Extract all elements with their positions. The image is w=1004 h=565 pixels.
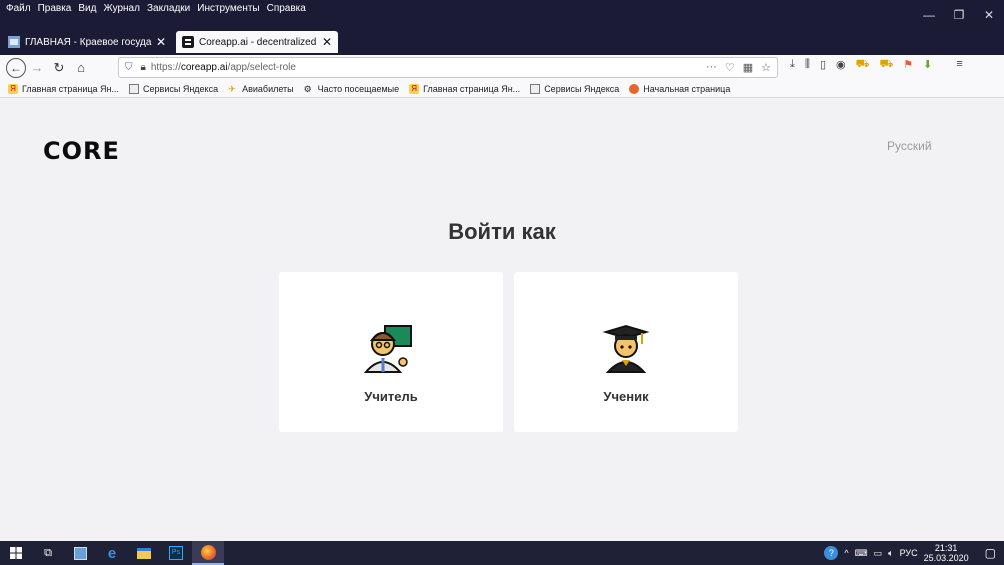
toolbar-icons: ⤓ ⫼ ▯ ◉ ⛟ ⛟ ⚑ ⬇ ≡	[790, 58, 963, 72]
role-card-student[interactable]: Ученик	[514, 272, 738, 432]
tab-title: ГЛАВНАЯ - Краевое государс	[25, 36, 152, 48]
shield-icon[interactable]: ⛉	[125, 62, 133, 73]
yandex-icon: Я	[8, 83, 18, 94]
url-actions: ··· ♡ ▦ ☆	[706, 61, 771, 74]
home-button[interactable]: ⌂	[70, 57, 92, 79]
lock-icon: 🔒︎	[140, 62, 146, 73]
minimize-button[interactable]: —	[914, 0, 944, 29]
menu-edit[interactable]: Правка	[38, 3, 72, 14]
photoshop-icon: Ps	[169, 546, 183, 560]
close-window-button[interactable]: ✕	[974, 0, 1004, 29]
account-icon[interactable]: ◉	[836, 58, 846, 72]
core-favicon-icon	[182, 36, 194, 48]
yandex-icon: Я	[409, 83, 420, 94]
navigation-bar: ← → ↻ ⌂ ⛉ 🔒︎ https://coreapp.ai/app/sele…	[0, 55, 1004, 80]
plane-icon: ✈	[228, 83, 236, 94]
site-favicon-icon	[8, 36, 20, 48]
clock-date: 25.03.2020	[923, 553, 969, 563]
download-icon[interactable]: ⤓	[790, 58, 795, 72]
tab-strip: ГЛАВНАЯ - Краевое государс ✕ Coreapp.ai …	[0, 29, 1004, 76]
reader-view-icon[interactable]: ▦	[743, 61, 753, 74]
keyboard-icon[interactable]: ⌨	[855, 548, 868, 559]
task-view-icon: ⧉	[44, 546, 52, 559]
core-logo[interactable]: CORE	[43, 137, 120, 165]
cart-icon[interactable]: ⛟	[856, 58, 870, 72]
notifications-icon[interactable]: ▢	[985, 546, 996, 560]
menu-history[interactable]: Журнал	[103, 3, 140, 14]
tab-close-icon[interactable]: ✕	[156, 35, 166, 49]
windows-taskbar: ⧉ e Ps ? ^ ⌨ ▭ 🔈︎ РУС 21:31 25.03.2020 ▢	[0, 541, 1004, 565]
system-tray: ? ^ ⌨ ▭ 🔈︎ РУС 21:31 25.03.2020 ▢	[824, 541, 1004, 565]
taskbar-app[interactable]: Ps	[160, 541, 192, 565]
teacher-icon	[363, 325, 412, 373]
window-titlebar: Файл Правка Вид Журнал Закладки Инструме…	[0, 0, 1004, 29]
role-label-student: Ученик	[603, 389, 649, 404]
menu-bar: Файл Правка Вид Журнал Закладки Инструме…	[6, 3, 306, 14]
taskbar-app[interactable]	[64, 541, 96, 565]
language-selector[interactable]: Русский	[887, 139, 932, 153]
tab-close-icon[interactable]: ✕	[322, 35, 332, 49]
input-language[interactable]: РУС	[900, 548, 918, 558]
taskbar-app[interactable]: e	[96, 541, 128, 565]
tab-title: Coreapp.ai - decentralized onli	[199, 36, 318, 48]
page-title: Войти как	[448, 219, 556, 244]
student-icon	[602, 324, 650, 373]
menu-tools[interactable]: Инструменты	[197, 3, 259, 14]
windows-icon	[10, 547, 22, 559]
firefox-icon	[629, 83, 640, 94]
window-controls: — ❐ ✕	[914, 0, 1004, 29]
tab-coreapp[interactable]: Coreapp.ai - decentralized onli ✕	[176, 31, 338, 53]
menu-file[interactable]: Файл	[6, 3, 31, 14]
forward-button[interactable]: →	[26, 57, 48, 79]
library-icon[interactable]: ⫼	[805, 58, 810, 72]
folder-icon	[129, 83, 140, 94]
reload-button[interactable]: ↻	[48, 57, 70, 79]
page-content: CORE Русский Войти как Учитель Ученик	[0, 99, 1004, 541]
show-hidden-icons-icon[interactable]: ^	[844, 548, 848, 558]
firefox-icon	[200, 544, 216, 560]
taskbar-app-firefox[interactable]	[192, 541, 224, 565]
bookmark-item[interactable]: Я Главная страница Ян...	[409, 83, 520, 94]
url-path: /app/select-role	[227, 62, 296, 73]
notepad-icon	[73, 546, 87, 560]
restore-button[interactable]: ❐	[944, 0, 974, 29]
edge-icon: e	[107, 544, 117, 562]
menu-view[interactable]: Вид	[78, 3, 96, 14]
menu-help[interactable]: Справка	[267, 3, 306, 14]
tab-glavnaya[interactable]: ГЛАВНАЯ - Краевое государс ✕	[2, 31, 172, 53]
bookmarks-toolbar: Я Главная страница Ян... Сервисы Яндекса …	[0, 80, 1004, 98]
pocket-icon[interactable]: ♡	[725, 61, 735, 74]
bookmark-item[interactable]: ⚙ Часто посещаемые	[304, 84, 400, 94]
extension-icon[interactable]: ⬇	[923, 58, 932, 72]
bookmark-item[interactable]: Я Главная страница Ян...	[8, 83, 119, 94]
bookmark-star-icon[interactable]: ☆	[761, 61, 771, 74]
volume-icon[interactable]: 🔈︎	[888, 548, 893, 559]
back-button[interactable]: ←	[6, 57, 26, 78]
role-label-teacher: Учитель	[364, 389, 418, 404]
clock[interactable]: 21:31 25.03.2020	[924, 543, 969, 563]
role-card-teacher[interactable]: Учитель	[279, 272, 503, 432]
help-icon[interactable]: ?	[824, 546, 839, 560]
menu-bookmarks[interactable]: Закладки	[147, 3, 190, 14]
network-icon[interactable]: ▭	[874, 548, 883, 559]
flag-icon[interactable]: ⚑	[903, 58, 913, 72]
cart-icon[interactable]: ⛟	[879, 58, 893, 72]
bookmark-item[interactable]: Сервисы Яндекса	[129, 83, 218, 94]
url-prefix: https://	[150, 62, 181, 73]
page-actions-icon[interactable]: ···	[706, 61, 717, 74]
gear-icon: ⚙	[303, 83, 312, 94]
url-host: coreapp.ai	[180, 62, 228, 73]
folder-icon	[530, 83, 541, 94]
start-button[interactable]	[0, 541, 32, 565]
bookmark-item[interactable]: Сервисы Яндекса	[530, 83, 619, 94]
address-bar[interactable]: ⛉ 🔒︎ https://coreapp.ai/app/select-role …	[118, 57, 778, 78]
task-view-button[interactable]: ⧉	[32, 541, 64, 565]
clock-time: 21:31	[934, 543, 958, 553]
bookmark-item[interactable]: Начальная страница	[629, 83, 730, 94]
menu-hamburger-icon[interactable]: ≡	[956, 58, 962, 72]
bookmark-item[interactable]: ✈ Авиабилеты	[228, 84, 294, 94]
file-explorer-icon	[137, 547, 151, 559]
sidebar-icon[interactable]: ▯	[820, 58, 826, 72]
taskbar-app[interactable]	[128, 541, 160, 565]
